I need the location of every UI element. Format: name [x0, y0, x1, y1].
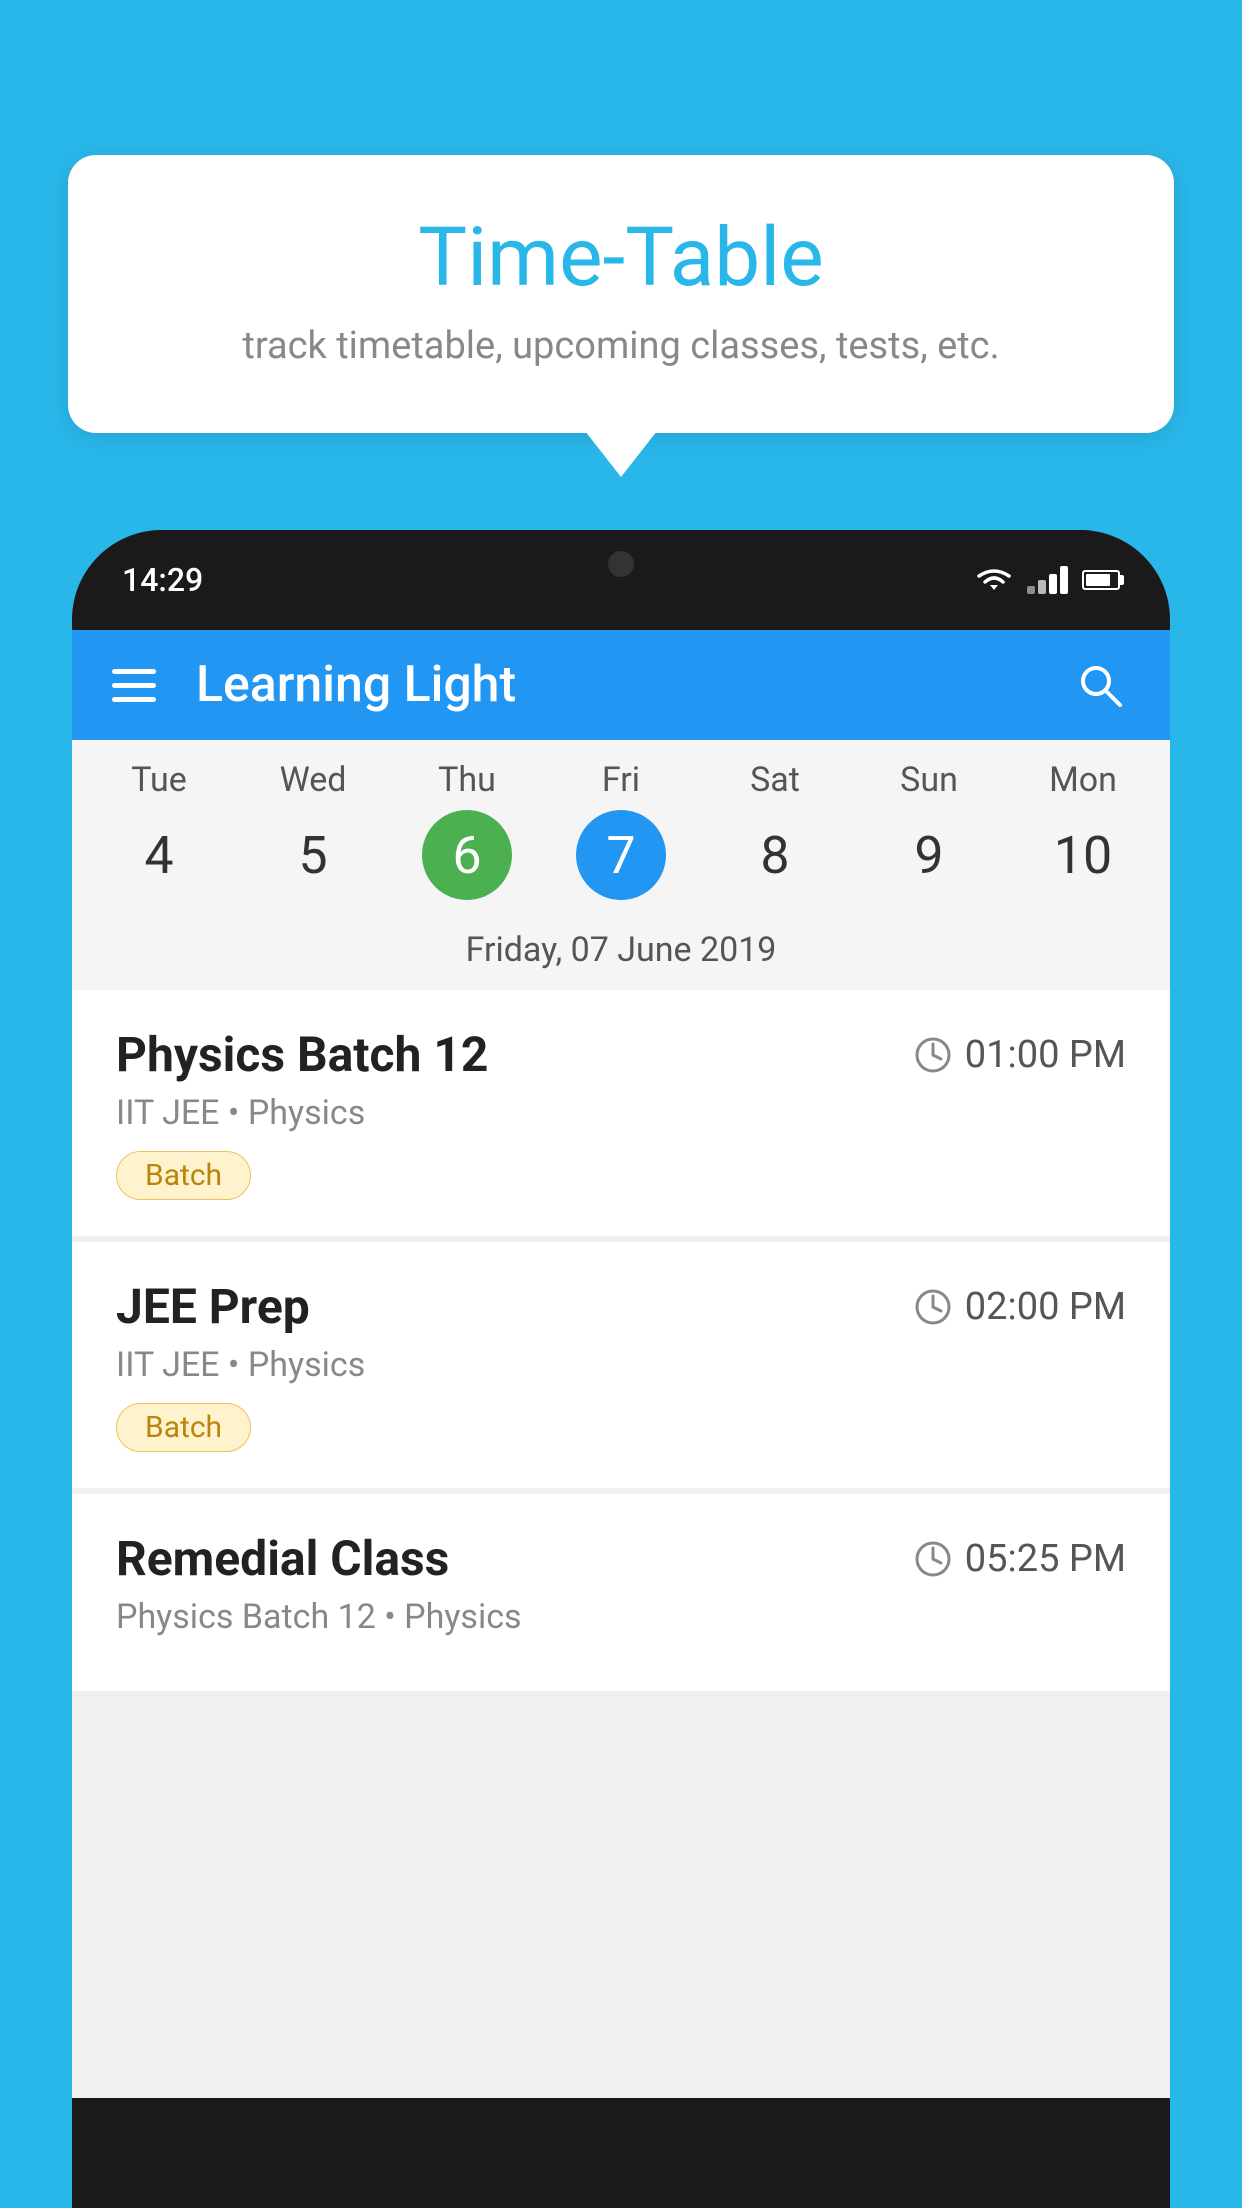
day-name: Fri — [602, 760, 640, 800]
schedule-item[interactable]: Physics Batch 12 01:00 PM IIT JEE • Phys… — [72, 990, 1170, 1236]
day-number: 8 — [730, 810, 820, 900]
tooltip-card: Time-Table track timetable, upcoming cla… — [68, 155, 1174, 433]
schedule-subtitle: Physics Batch 12 • Physics — [116, 1597, 1126, 1637]
schedule-subtitle: IIT JEE • Physics — [116, 1345, 1126, 1385]
status-bar: 14:29 — [72, 530, 1170, 630]
clock-icon — [913, 1287, 953, 1327]
search-icon — [1074, 659, 1126, 711]
schedule-item[interactable]: Remedial Class 05:25 PM Physics Batch 12… — [72, 1494, 1170, 1691]
day-col-10[interactable]: Mon 10 — [1013, 760, 1153, 916]
day-number: 6 — [422, 810, 512, 900]
day-col-9[interactable]: Sun 9 — [859, 760, 999, 916]
day-col-6[interactable]: Thu 6 — [397, 760, 537, 916]
schedule-item[interactable]: JEE Prep 02:00 PM IIT JEE • Physics Batc… — [72, 1242, 1170, 1488]
batch-badge: Batch — [116, 1151, 251, 1200]
day-number: 10 — [1038, 810, 1128, 900]
day-name: Tue — [131, 760, 186, 800]
phone-content: Learning Light Tue4Wed5Thu6Fri7Sat8Sun9M… — [72, 630, 1170, 2098]
notch — [556, 530, 686, 598]
schedule-time: 05:25 PM — [913, 1537, 1126, 1581]
app-title: Learning Light — [196, 656, 1070, 714]
tooltip-title: Time-Table — [128, 210, 1114, 306]
signal-bars-icon — [1027, 566, 1068, 594]
day-name: Wed — [280, 760, 347, 800]
app-bar: Learning Light — [72, 630, 1170, 740]
tooltip-subtitle: track timetable, upcoming classes, tests… — [128, 324, 1114, 368]
day-name: Mon — [1049, 760, 1117, 800]
schedule-title: Physics Batch 12 — [116, 1026, 488, 1083]
days-row: Tue 4 Wed 5 Thu 6 Fri 7 Sat 8 Sun 9 Mon 10 — [72, 760, 1170, 916]
camera-dot — [608, 551, 634, 577]
status-icons — [975, 566, 1120, 594]
schedule-time: 01:00 PM — [913, 1033, 1126, 1077]
schedule-row-top: JEE Prep 02:00 PM — [116, 1278, 1126, 1335]
schedule-time: 02:00 PM — [913, 1285, 1126, 1329]
schedule-title: JEE Prep — [116, 1278, 310, 1335]
schedule-row-top: Physics Batch 12 01:00 PM — [116, 1026, 1126, 1083]
wifi-icon — [975, 566, 1013, 594]
hamburger-menu-icon[interactable] — [112, 669, 156, 702]
day-number: 9 — [884, 810, 974, 900]
batch-badge: Batch — [116, 1403, 251, 1452]
day-number: 7 — [576, 810, 666, 900]
day-name: Thu — [438, 760, 496, 800]
day-name: Sun — [900, 760, 958, 800]
schedule-subtitle: IIT JEE • Physics — [116, 1093, 1126, 1133]
clock-icon — [913, 1035, 953, 1075]
clock-icon — [913, 1539, 953, 1579]
day-col-8[interactable]: Sat 8 — [705, 760, 845, 916]
search-button[interactable] — [1070, 655, 1130, 715]
schedule-container: Physics Batch 12 01:00 PM IIT JEE • Phys… — [72, 990, 1170, 1691]
day-col-7[interactable]: Fri 7 — [551, 760, 691, 916]
schedule-title: Remedial Class — [116, 1530, 449, 1587]
day-number: 4 — [114, 810, 204, 900]
phone-frame: 14:29 — [72, 530, 1170, 2208]
day-col-4[interactable]: Tue 4 — [89, 760, 229, 916]
calendar-strip: Tue 4 Wed 5 Thu 6 Fri 7 Sat 8 Sun 9 Mon 10 Friday, 07… — [72, 740, 1170, 990]
status-time: 14:29 — [122, 561, 203, 599]
day-col-5[interactable]: Wed 5 — [243, 760, 383, 916]
schedule-row-top: Remedial Class 05:25 PM — [116, 1530, 1126, 1587]
battery-icon — [1082, 570, 1120, 590]
day-number: 5 — [268, 810, 358, 900]
selected-date-label: Friday, 07 June 2019 — [72, 916, 1170, 990]
day-name: Sat — [750, 760, 800, 800]
